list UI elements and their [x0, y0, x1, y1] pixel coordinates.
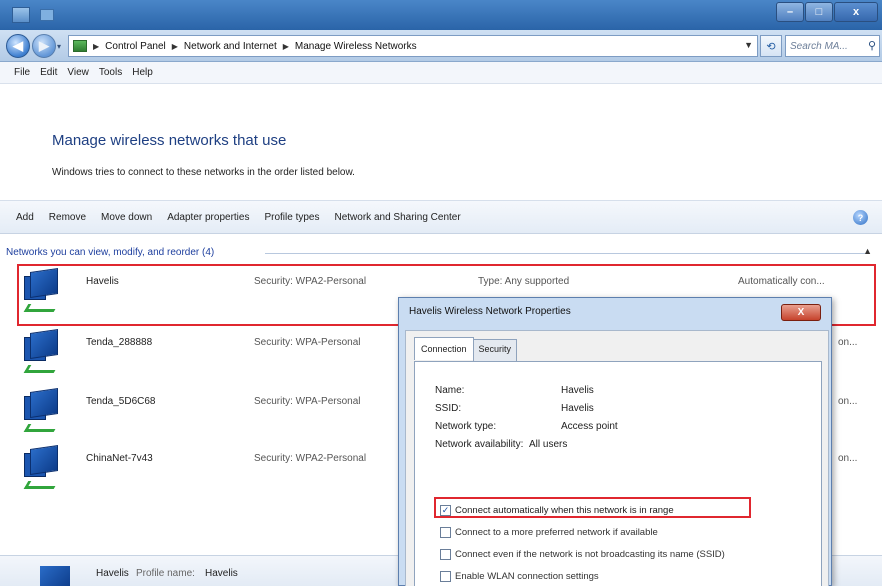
minimize-button[interactable]: – — [776, 2, 804, 22]
network-sharing-center-button[interactable]: Network and Sharing Center — [335, 212, 461, 223]
breadcrumb-network-internet[interactable]: Network and Internet — [184, 41, 277, 52]
prop-availability-label: Network availability: — [435, 439, 524, 450]
window-controls: – □ x — [776, 2, 878, 22]
back-button[interactable]: ◀ — [6, 34, 30, 58]
prop-ssid-value: Havelis — [561, 403, 594, 414]
breadcrumb-control-panel[interactable]: Control Panel — [105, 41, 166, 52]
control-panel-icon — [73, 40, 87, 52]
search-placeholder: Search MA... — [790, 40, 848, 52]
network-security: Security: WPA-Personal — [254, 396, 361, 407]
preferred-network-label: Connect to a more preferred network if a… — [455, 527, 658, 538]
address-bar[interactable]: ▶ Control Panel ▶ Network and Internet ▶… — [68, 35, 758, 57]
help-icon[interactable]: ? — [853, 210, 868, 225]
search-icon[interactable]: ⚲ — [868, 39, 876, 52]
maximize-button[interactable]: □ — [805, 2, 833, 22]
chevron-right-icon[interactable]: ▶ — [172, 42, 178, 51]
prop-type-value: Access point — [561, 421, 618, 432]
wlan-settings-checkbox[interactable]: Enable WLAN connection settings — [440, 571, 599, 582]
group-divider — [265, 253, 865, 254]
title-bar: – □ x — [0, 0, 882, 30]
hidden-ssid-label: Connect even if the network is not broad… — [455, 549, 725, 560]
prop-name-label: Name: — [435, 385, 465, 396]
profile-types-button[interactable]: Profile types — [264, 212, 319, 223]
menu-bar: File Edit View Tools Help — [0, 62, 882, 84]
search-input[interactable]: Search MA... ⚲ — [785, 35, 880, 57]
checkbox-icon[interactable] — [440, 571, 451, 582]
network-name: ChinaNet-7v43 — [86, 453, 153, 464]
address-dropdown-icon[interactable]: ▼ — [744, 40, 753, 50]
forward-button[interactable]: ▶ — [32, 34, 56, 58]
hidden-ssid-checkbox[interactable]: Connect even if the network is not broad… — [440, 549, 725, 560]
tab-security[interactable]: Security — [472, 339, 518, 362]
page-subtitle: Windows tries to connect to these networ… — [52, 167, 355, 178]
add-button[interactable]: Add — [16, 212, 34, 223]
dialog-tabs: Connection Security — [414, 337, 518, 362]
preferred-network-checkbox[interactable]: Connect to a more preferred network if a… — [440, 527, 658, 538]
prop-availability-value: All users — [529, 439, 568, 450]
wireless-network-icon — [40, 566, 70, 586]
highlight-box-checkbox — [434, 497, 751, 518]
wireless-network-icon — [23, 445, 62, 491]
wlan-settings-label: Enable WLAN connection settings — [455, 571, 599, 582]
adapter-properties-button[interactable]: Adapter properties — [167, 212, 249, 223]
network-group-header[interactable]: Networks you can view, modify, and reord… — [6, 247, 214, 258]
window-icon — [12, 7, 30, 23]
tab-connection[interactable]: Connection — [414, 337, 474, 360]
dialog-close-button[interactable]: X — [781, 304, 821, 321]
remove-button[interactable]: Remove — [49, 212, 86, 223]
details-network-name: Havelis — [96, 568, 129, 579]
folder-icon — [40, 9, 54, 21]
network-name: Tenda_5D6C68 — [86, 396, 156, 407]
address-toolbar: ◀ ▶ ▾ ▶ Control Panel ▶ Network and Inte… — [0, 30, 882, 62]
network-connect-mode: on... — [838, 396, 858, 407]
menu-view[interactable]: View — [67, 67, 89, 78]
network-name: Tenda_288888 — [86, 337, 153, 348]
network-security: Security: WPA-Personal — [254, 337, 361, 348]
prop-ssid-label: SSID: — [435, 403, 462, 414]
menu-help[interactable]: Help — [132, 67, 153, 78]
prop-type-label: Network type: — [435, 421, 497, 432]
dialog-title: Havelis Wireless Network Properties — [409, 306, 571, 317]
collapse-group-icon[interactable]: ▲ — [863, 246, 872, 256]
details-profile-value: Havelis — [205, 568, 238, 579]
network-connect-mode: on... — [838, 337, 858, 348]
network-security: Security: WPA2-Personal — [254, 453, 367, 464]
details-profile-label: Profile name: — [136, 568, 195, 579]
network-connect-mode: on... — [838, 453, 858, 464]
dialog-body: Connection Security Name: Havelis SSID: … — [405, 330, 829, 586]
wireless-network-icon — [23, 388, 62, 434]
close-button[interactable]: x — [834, 2, 878, 22]
move-down-button[interactable]: Move down — [101, 212, 152, 223]
breadcrumb-manage-wireless[interactable]: Manage Wireless Networks — [295, 41, 417, 52]
connection-tab-panel: Name: Havelis SSID: Havelis Network type… — [414, 361, 822, 586]
chevron-right-icon[interactable]: ▶ — [283, 42, 289, 51]
page-title: Manage wireless networks that use — [52, 132, 287, 149]
menu-tools[interactable]: Tools — [99, 67, 122, 78]
checkbox-icon[interactable] — [440, 549, 451, 560]
refresh-button[interactable]: ⟲ — [760, 35, 782, 57]
command-bar: Add Remove Move down Adapter properties … — [0, 200, 882, 234]
network-properties-dialog: Havelis Wireless Network Properties X Co… — [398, 297, 832, 586]
wireless-network-icon — [23, 329, 62, 375]
prop-name-value: Havelis — [561, 385, 594, 396]
chevron-right-icon[interactable]: ▶ — [93, 42, 99, 51]
recent-pages-icon[interactable]: ▾ — [57, 42, 61, 51]
menu-file[interactable]: File — [14, 67, 30, 78]
menu-edit[interactable]: Edit — [40, 67, 57, 78]
checkbox-icon[interactable] — [440, 527, 451, 538]
